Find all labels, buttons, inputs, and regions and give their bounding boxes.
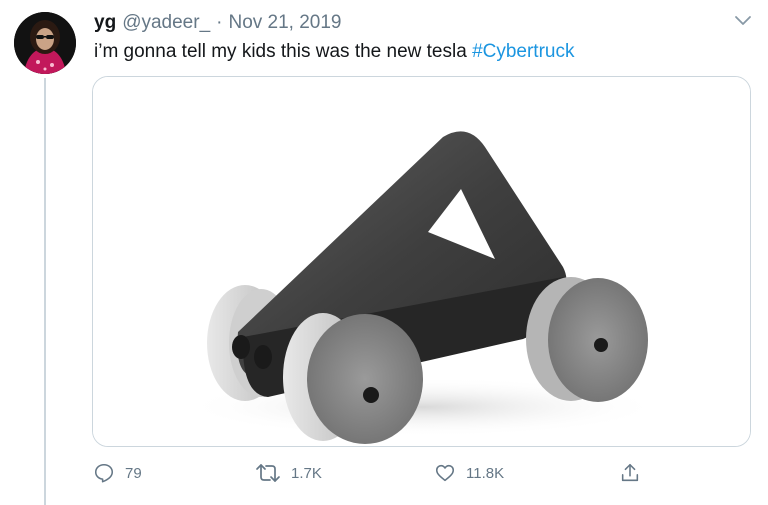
like-button[interactable]: 11.8K [434,458,504,488]
retweet-count: 1.7K [291,464,322,482]
reply-button[interactable]: 79 [93,458,142,488]
heart-icon [434,462,456,484]
avatar[interactable] [14,12,76,74]
avatar-image [14,12,76,74]
tweet-text: i’m gonna tell my kids this was the new … [94,40,574,64]
like-count: 11.8K [466,464,505,482]
reply-count: 79 [125,464,142,482]
share-button[interactable] [619,458,641,488]
share-icon [619,462,641,484]
toy-truck-photo [93,77,750,446]
tweet-header: yg @yadeer_ · Nov 21, 2019 [94,12,342,34]
display-name[interactable]: yg [94,12,116,34]
chevron-down-icon[interactable] [734,14,752,28]
hashtag-link[interactable]: #Cybertruck [472,41,574,62]
reply-icon [93,462,115,484]
user-handle[interactable]: @yadeer_ [122,12,210,34]
tweet-actions: 79 1.7K 11.8K [0,458,768,488]
retweet-icon [255,462,281,484]
thread-line [44,78,46,505]
media-card[interactable] [92,76,751,447]
header-separator: · [216,12,223,33]
retweet-button[interactable]: 1.7K [255,458,322,488]
tweet-body: i’m gonna tell my kids this was the new … [94,41,467,62]
tweet-date[interactable]: Nov 21, 2019 [228,12,341,34]
